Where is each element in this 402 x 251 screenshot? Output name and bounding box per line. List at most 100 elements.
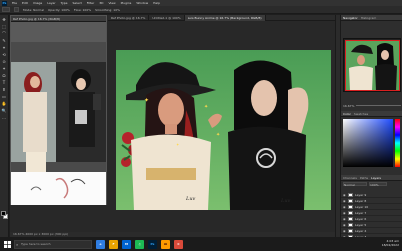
layer-thumbnail [348,210,353,215]
move-tool-icon[interactable]: ✥ [2,17,7,22]
flow-field[interactable]: Flow: 100% [74,8,91,12]
signature-right: Luv [280,198,291,204]
layer-name: Layer 6 [355,216,367,221]
layer-options-row: Normal 100% [343,182,401,190]
layer-name: Layer 10 [355,204,369,209]
eraser-tool-icon[interactable]: ⬭ [2,73,7,78]
layer-name: Layer 5 [355,222,367,227]
layer-blend-mode-select[interactable]: Normal [343,182,367,187]
menu-edit[interactable]: Edit [22,1,28,5]
rectangle-tool-icon[interactable]: ▭ [2,94,7,99]
system-tray-clock[interactable]: 4:03 am 18/02/2022 [382,239,399,247]
taskbar-app-chrome[interactable]: C [174,239,183,249]
taskbar-search-input[interactable]: ⌕ Type here to search [14,239,92,249]
document-tabs: Ref Photo.jpg @ 16.7% Untitled-1 @ 100% … [108,15,335,21]
artwork-canvas[interactable]: ✦ ✦ ✦ ✦ Luv Luv [116,50,331,210]
tab-histogram[interactable]: Histogram [361,15,377,20]
layer-name: Layer 4 [355,228,367,233]
menu-window[interactable]: Window [136,1,148,5]
tab-untitled[interactable]: Untitled-1 @ 100% [149,15,185,21]
menu-select[interactable]: Select [73,1,82,5]
brush-settings-button[interactable] [14,7,19,12]
svg-text:✦: ✦ [204,104,208,110]
reference-photo [11,22,106,205]
tab-reference-photo[interactable]: Ref Photo.jpg @ 16.7% [108,15,150,21]
tab-navigator[interactable]: Navigator [343,15,358,20]
tab-paths[interactable]: Paths [360,175,368,180]
layer-name: Layer 9 [355,192,367,197]
tab-color[interactable]: Color [343,111,351,116]
windows-start-icon[interactable] [3,240,11,248]
taskbar-app-photoshop[interactable]: Ps [148,239,157,249]
tab-artwork[interactable]: Luis Bunny Anime @ 16.7% (Background, RG… [184,15,266,21]
svg-text:✦: ✦ [216,132,220,138]
visibility-eye-icon[interactable]: ◉ [343,229,346,233]
clone-stamp-icon[interactable]: ⊙ [2,59,7,64]
layer-thumbnail [348,222,353,227]
reference-document-window[interactable]: Ref Photo.jpg @ 16.7% (RGB/8) [10,15,107,205]
navigator-preview[interactable] [343,38,401,92]
taskbar: ⌕ Type here to search e F M ♫ Ps Ai C 4:… [0,237,402,251]
hue-slider[interactable] [395,119,400,167]
signature-left: Luv [185,196,196,202]
menu-filter[interactable]: Filter [87,1,94,5]
color-panel-header: Color Swatches [341,111,402,117]
layer-name: Layer 7 [355,210,367,215]
taskbar-app-file-explorer[interactable]: F [109,239,118,249]
taskbar-app-mail[interactable]: M [122,239,131,249]
zoom-tool-icon[interactable]: 🔍 [2,108,7,113]
smoothing-field[interactable]: Smoothing: 10% [95,8,120,12]
tab-channels[interactable]: Channels [343,175,357,180]
visibility-eye-icon[interactable]: ◉ [343,223,346,227]
menu-plugins[interactable]: Plugins [121,1,132,5]
type-tool-icon[interactable]: T [2,80,7,85]
layer-name: Layer 8 [355,198,367,203]
menu-3d[interactable]: 3D [99,1,103,5]
menu-help[interactable]: Help [153,1,160,5]
right-panels: Navigator Histogram 16.67% Color Swatche… [340,15,402,246]
clock-date: 18/02/2022 [381,243,399,247]
crop-tool-icon[interactable]: ⌖ [2,45,7,50]
visibility-eye-icon[interactable]: ◉ [343,217,346,221]
svg-text:✦: ✦ [144,97,149,104]
taskbar-app-illustrator[interactable]: Ai [161,239,170,249]
layer-thumbnail [348,198,353,203]
photoshop-logo: Ps [2,0,7,6]
path-selection-icon[interactable]: ⬆ [2,87,7,92]
history-brush-icon[interactable]: ⟲ [2,52,7,57]
zoom-value[interactable]: 16.67% [343,104,354,108]
search-placeholder: Type here to search [21,241,51,246]
visibility-eye-icon[interactable]: ◉ [343,199,346,203]
color-field[interactable] [343,119,393,167]
layer-thumbnail [348,216,353,221]
lasso-tool-icon[interactable]: ⌒ [2,31,7,36]
zoom-slider[interactable] [356,105,401,106]
healing-brush-icon[interactable]: ✦ [2,66,7,71]
foreground-color-swatch[interactable] [1,211,6,216]
more-tools-icon[interactable]: … [2,115,7,120]
menu-view[interactable]: View [108,1,115,5]
navigator-panel-header: Navigator Histogram [341,15,402,21]
marquee-tool-icon[interactable]: ⬚ [2,24,7,29]
tab-swatches[interactable]: Swatches [354,111,368,116]
navigator-view-frame[interactable] [345,40,400,91]
tab-layers[interactable]: Layers [371,175,381,180]
visibility-eye-icon[interactable]: ◉ [343,193,346,197]
layer-opacity-field[interactable]: 100% [369,182,387,187]
visibility-eye-icon[interactable]: ◉ [343,205,346,209]
taskbar-app-edge[interactable]: e [96,239,105,249]
layers-panel-header: Channels Paths Layers [341,175,402,181]
hand-tool-icon[interactable]: ✋ [2,101,7,106]
visibility-eye-icon[interactable]: ◉ [343,211,346,215]
layer-thumbnail [348,228,353,233]
brush-tool-icon[interactable]: ✎ [2,38,7,43]
brush-preset-picker[interactable] [2,7,10,12]
menu-type[interactable]: Type [61,1,68,5]
menu-layer[interactable]: Layer [47,1,55,5]
opacity-field[interactable]: Opacity: 100% [48,8,70,12]
taskbar-app-spotify[interactable]: ♫ [135,239,144,249]
blend-mode-select[interactable]: Mode: Normal [23,8,44,12]
menu-image[interactable]: Image [33,1,42,5]
menu-file[interactable]: File [12,1,17,5]
layer-thumbnail [348,192,353,197]
